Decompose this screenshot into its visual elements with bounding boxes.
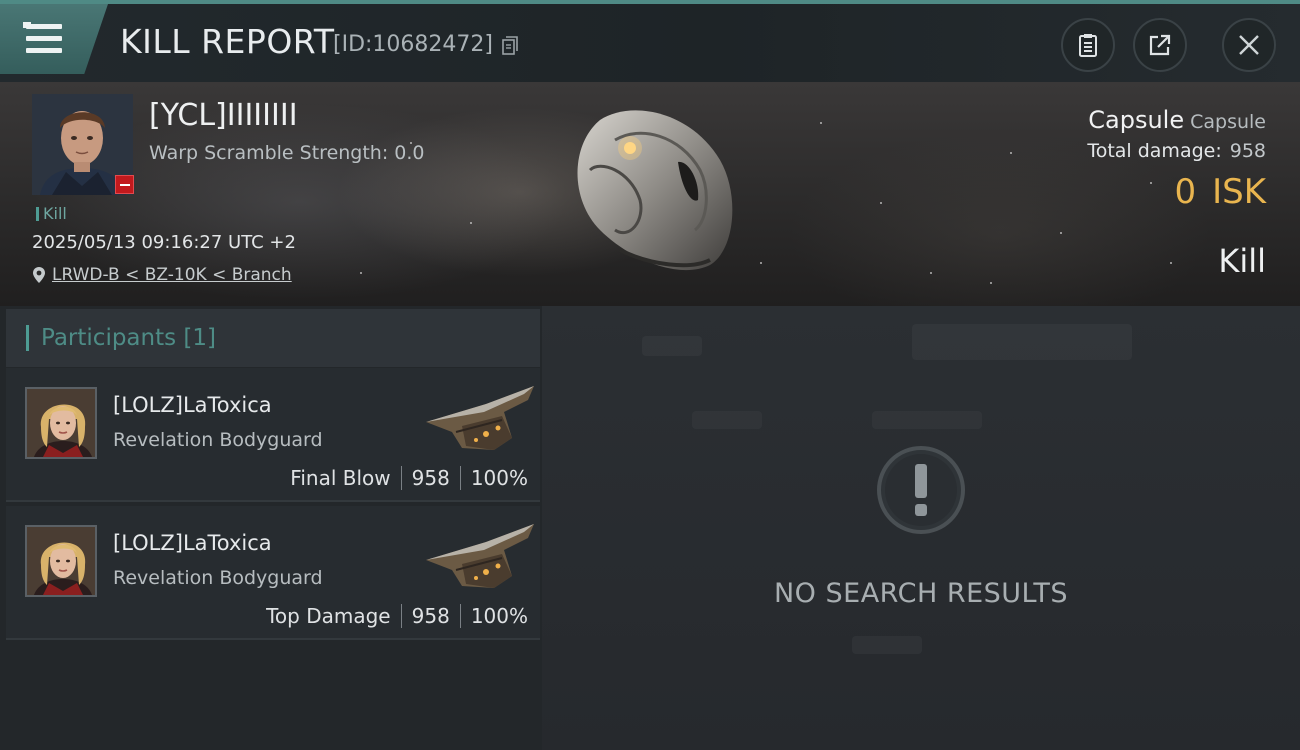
- isk-value: 0 ISK: [1174, 172, 1266, 212]
- participant-ship-image: [426, 524, 534, 588]
- ship-name[interactable]: Capsule: [1088, 106, 1184, 134]
- kill-result: Kill: [1218, 242, 1266, 280]
- location-text[interactable]: LRWD-B < BZ-10K < Branch: [52, 265, 292, 285]
- participant-portrait[interactable]: [25, 387, 97, 459]
- location-link[interactable]: LRWD-B < BZ-10K < Branch: [32, 265, 292, 285]
- blurred-placeholder: [912, 324, 1132, 360]
- close-button[interactable]: [1222, 18, 1276, 72]
- participant-row[interactable]: [LOLZ]LaToxica Revelation Bodyguard Fina…: [6, 368, 540, 502]
- participant-ship-image: [426, 386, 534, 450]
- clipboard-button[interactable]: [1061, 18, 1115, 72]
- participant-name[interactable]: [LOLZ]LaToxica: [113, 531, 272, 555]
- stats-divider: [459, 466, 461, 490]
- total-damage: Total damage: 958: [1087, 140, 1266, 162]
- participants-header[interactable]: Participants [1]: [6, 309, 540, 367]
- participant-percent: 100%: [470, 604, 528, 628]
- close-icon: [1239, 35, 1259, 55]
- participant-role: Top Damage: [266, 604, 391, 628]
- victim-ship: Capsule Capsule: [1088, 106, 1266, 134]
- blurred-placeholder: [852, 636, 922, 654]
- participant-role: Final Blow: [290, 466, 391, 490]
- stats-divider: [400, 604, 402, 628]
- copy-icon[interactable]: [502, 36, 518, 55]
- isk-amount: 0: [1174, 172, 1197, 212]
- participant-ship: Revelation Bodyguard: [113, 429, 323, 451]
- ship-class: Capsule: [1190, 111, 1266, 133]
- share-button[interactable]: [1133, 18, 1187, 72]
- stats-divider: [459, 604, 461, 628]
- blurred-placeholder: [692, 411, 762, 429]
- warp-scramble-strength: Warp Scramble Strength: 0.0: [149, 142, 425, 164]
- participant-damage: 958: [411, 604, 450, 628]
- location-pin-icon: [33, 267, 45, 283]
- victim-name[interactable]: [YCL]IIIIIIII: [149, 98, 298, 133]
- total-damage-label: Total damage:: [1087, 140, 1222, 162]
- kill-tag: Kill: [36, 204, 67, 223]
- kill-datetime: 2025/05/13 09:16:27 UTC +2: [32, 232, 296, 253]
- participant-damage: 958: [411, 466, 450, 490]
- capsule-ship-image: [577, 110, 733, 271]
- kill-banner: [YCL]IIIIIIII Warp Scramble Strength: 0.…: [0, 82, 1300, 306]
- participant-portrait[interactable]: [25, 525, 97, 597]
- share-icon: [1149, 34, 1171, 56]
- report-id: [ID:10682472]: [333, 32, 493, 57]
- total-damage-value: 958: [1229, 140, 1266, 162]
- details-panel: NO SEARCH RESULTS: [542, 306, 1300, 750]
- participants-panel: Participants [1] [LOLZ]LaToxica Revelati…: [0, 306, 542, 750]
- kill-tag-label: Kill: [43, 204, 67, 223]
- participant-name[interactable]: [LOLZ]LaToxica: [113, 393, 272, 417]
- hostile-badge: [115, 175, 134, 194]
- warning-icon: [877, 446, 965, 534]
- isk-unit: ISK: [1212, 172, 1266, 212]
- blurred-placeholder: [642, 336, 702, 356]
- participants-label: Participants [1]: [41, 325, 216, 351]
- participant-percent: 100%: [470, 466, 528, 490]
- participant-row[interactable]: [LOLZ]LaToxica Revelation Bodyguard Top …: [6, 506, 540, 640]
- hamburger-icon[interactable]: [23, 22, 64, 56]
- blurred-placeholder: [872, 411, 982, 429]
- no-results-text: NO SEARCH RESULTS: [773, 578, 1069, 609]
- stats-divider: [400, 466, 402, 490]
- page-title: KILL REPORT: [120, 22, 335, 61]
- clipboard-icon: [1079, 34, 1097, 57]
- participant-ship: Revelation Bodyguard: [113, 567, 323, 589]
- participant-stats: Final Blow 958 100%: [290, 466, 528, 490]
- participant-stats: Top Damage 958 100%: [266, 604, 528, 628]
